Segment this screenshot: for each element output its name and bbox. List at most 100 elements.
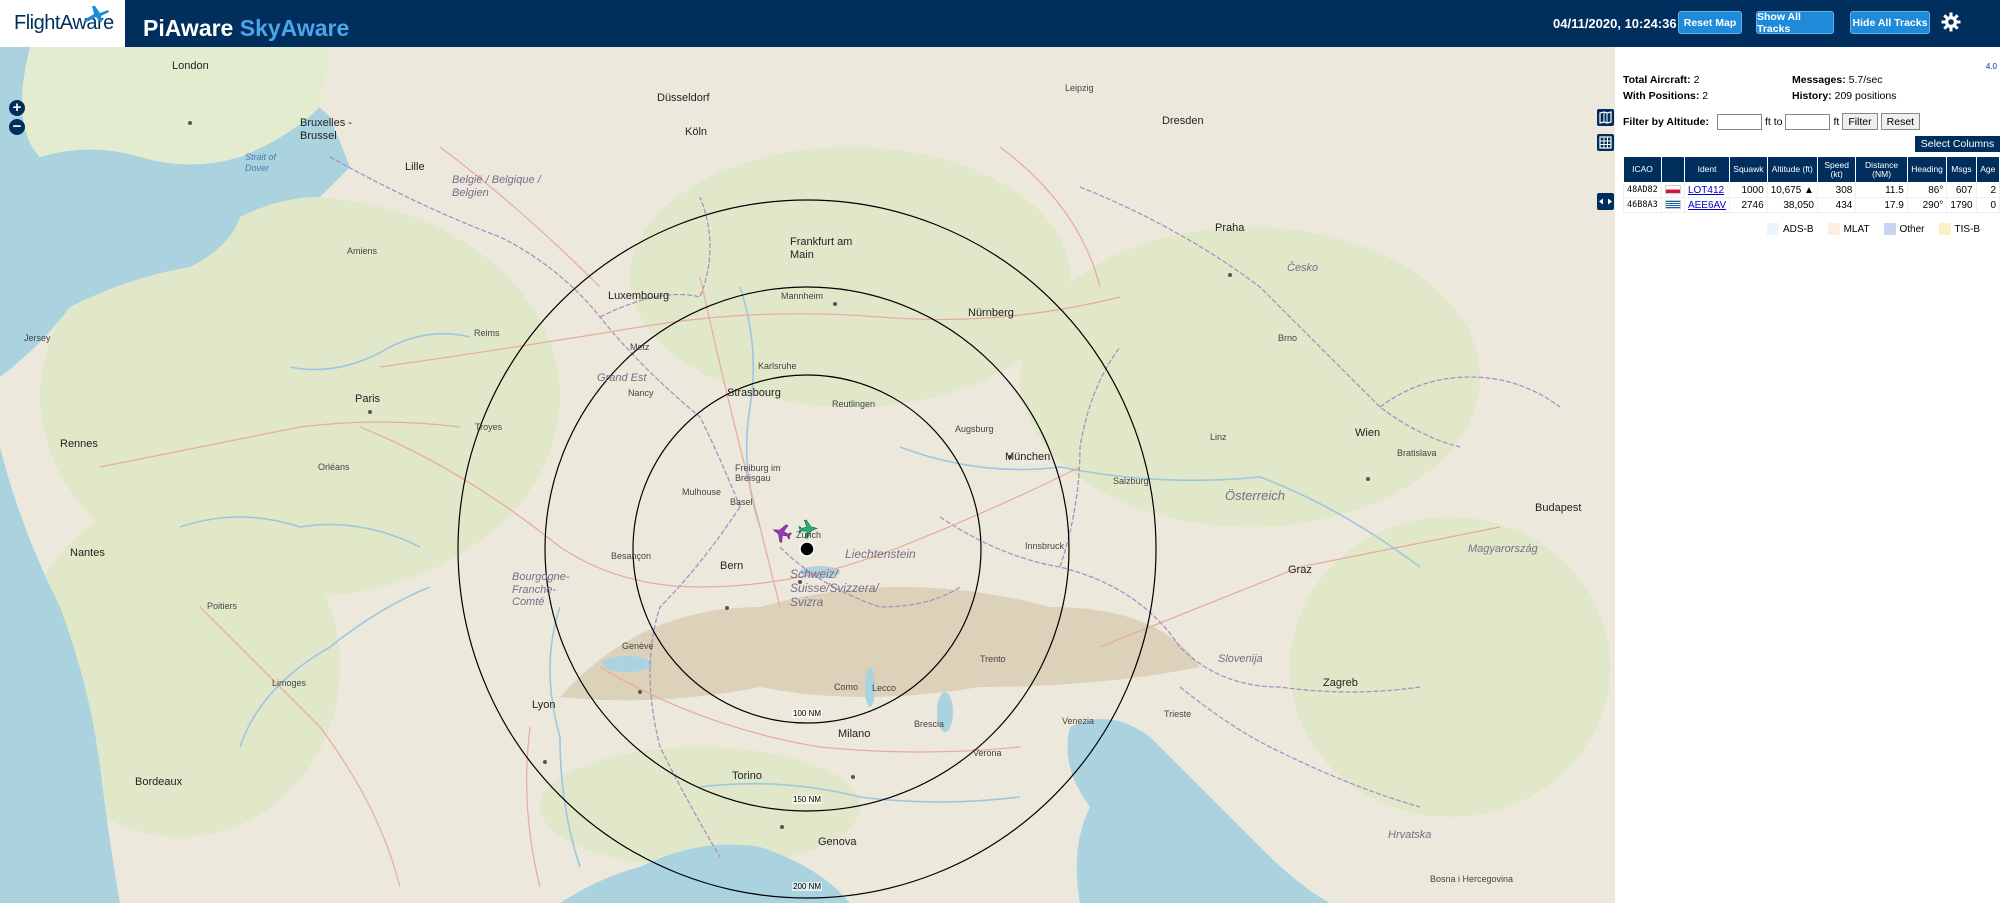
flightaware-logo[interactable]: FlightAware (0, 0, 125, 47)
column-header-icao[interactable]: ICAO (1623, 156, 1662, 183)
with-positions-label: With Positions: (1623, 90, 1700, 102)
cell-squawk: 2746 (1729, 197, 1768, 213)
filter-ft-label: ft (1833, 115, 1840, 128)
reset-filter-button[interactable]: Reset (1880, 113, 1921, 130)
with-positions-value: 2 (1702, 90, 1709, 102)
map-label-london: London (172, 60, 209, 72)
aircraft-type-legend: ADS-B MLAT Other TIS-B (1767, 223, 1994, 235)
zoom-in-button[interactable]: + (9, 100, 25, 116)
map-label-praha: Praha (1215, 222, 1245, 234)
map-label-lecco: Lecco (872, 683, 897, 693)
cell-speed: 308 (1816, 182, 1857, 198)
map-label-reims: Reims (474, 328, 500, 338)
map-label-geneve: Genève (622, 641, 654, 651)
map-label-liechtenstein: Liechtenstein (845, 547, 916, 561)
app-title-piaware: PiAware (143, 15, 234, 41)
show-all-tracks-button[interactable]: Show All Tracks (1756, 11, 1834, 35)
map-label-innsbruck: Innsbruck (1025, 541, 1065, 551)
map-label-brescia: Brescia (914, 719, 945, 729)
map-label-bourgogne: Bourgogne-Franche-Comté (512, 571, 570, 609)
map-label-magyarorszag: Magyarország (1468, 543, 1538, 555)
cell-age: 0 (1975, 197, 2000, 213)
flightaware-plane-icon (84, 6, 109, 22)
map-view[interactable]: London Paris Bruxelles - Brussel Frankfu… (0, 47, 1615, 903)
map-label-nurnberg: Nürnberg (968, 307, 1014, 319)
map-label-hrvatska: Hrvatska (1388, 829, 1432, 841)
collapse-arrows-icon[interactable] (1597, 193, 1614, 210)
map-label-bordeaux: Bordeaux (135, 776, 183, 788)
legend-label: TIS-B (1954, 223, 1981, 235)
map-label-como: Como (834, 682, 859, 692)
cell-distance: 17.9 (1855, 197, 1908, 213)
cell-age: 2 (1975, 182, 2000, 198)
map-label-augsburg: Augsburg (955, 424, 994, 434)
column-header-distance[interactable]: Distance (NM) (1855, 156, 1908, 183)
table-row[interactable]: 48AD82 LOT412 1000 10,675 ▲ 308 11.5 86°… (1623, 182, 2000, 198)
column-header-msgs[interactable]: Msgs (1946, 156, 1977, 183)
map-layers-icon[interactable] (1597, 109, 1614, 126)
column-header-speed[interactable]: Speed (kt) (1816, 156, 1857, 183)
map-label-trento: Trento (980, 654, 1006, 664)
min-altitude-input[interactable] (1716, 113, 1762, 130)
aircraft-table: ICAO Ident Squawk Altitude (ft) Speed (k… (1623, 156, 2000, 213)
map-label-schweiz: Schweiz/ Suisse/Svizzera/ Svizra (790, 567, 879, 609)
map-label-cesko: Česko (1287, 262, 1319, 274)
ident-link[interactable]: LOT412 (1688, 185, 1724, 196)
cell-ident[interactable]: AEE6AV (1683, 197, 1731, 213)
filter-button[interactable]: Filter (1842, 113, 1878, 130)
greece-flag-icon (1664, 200, 1681, 210)
map-label-grand-est: Grand Est (597, 372, 647, 384)
hide-all-tracks-button[interactable]: Hide All Tracks (1850, 11, 1930, 34)
gear-icon[interactable] (1941, 12, 1961, 32)
app-title-skyaware: SkyAware (239, 15, 350, 41)
select-columns-button[interactable]: Select Columns (1915, 136, 2000, 152)
column-header-ident[interactable]: Ident (1683, 156, 1731, 183)
map-label-trieste: Trieste (1164, 709, 1192, 719)
legend-item-tisb: TIS-B (1938, 223, 1981, 235)
column-header-squawk[interactable]: Squawk (1729, 156, 1768, 183)
legend-label: ADS-B (1783, 223, 1814, 235)
max-altitude-input[interactable] (1785, 113, 1831, 130)
column-header-altitude[interactable]: Altitude (ft) (1766, 156, 1818, 183)
filter-label: Filter by Altitude: (1623, 115, 1709, 128)
poland-flag-icon (1664, 185, 1681, 195)
with-positions-stat: With Positions: 2 (1623, 90, 1708, 102)
messages-value: 5.7/sec (1848, 74, 1883, 86)
zoom-out-button[interactable]: − (9, 119, 25, 135)
total-aircraft-value: 2 (1693, 74, 1700, 86)
cell-ident[interactable]: LOT412 (1683, 182, 1731, 198)
legend-item-other: Other (1883, 223, 1925, 235)
messages-stat: Messages: 5.7/sec (1792, 74, 1882, 86)
range-ring-label-200: 200 NM (792, 882, 823, 891)
version-label: 4.0 (1985, 62, 1997, 71)
column-header-age[interactable]: Age (1975, 156, 2000, 183)
map-label-bratislava: Bratislava (1397, 448, 1437, 458)
cell-msgs: 1790 (1946, 197, 1977, 213)
map-label-orleans: Orléans (318, 462, 350, 472)
cell-heading: 290° (1906, 197, 1948, 213)
map-label-wien: Wien (1355, 427, 1381, 439)
map-background (0, 47, 1615, 903)
map-label-munchen: München (1005, 451, 1051, 463)
column-header-flag[interactable] (1660, 156, 1685, 183)
map-label-poitiers: Poitiers (207, 601, 238, 611)
column-header-heading[interactable]: Heading (1906, 156, 1948, 183)
map-label-reutlingen: Reutlingen (832, 399, 876, 409)
map-label-luxembourg: Luxembourg (608, 290, 670, 302)
cell-speed: 434 (1816, 197, 1857, 213)
ident-link[interactable]: AEE6AV (1688, 200, 1726, 211)
map-label-bosna: Bosna i Hercegovina (1430, 874, 1514, 884)
map-label-lyon: Lyon (532, 699, 556, 711)
cell-squawk: 1000 (1729, 182, 1768, 198)
map-label-karlsruhe: Karlsruhe (758, 361, 797, 371)
grid-icon[interactable] (1597, 134, 1614, 151)
table-row[interactable]: 46B8A3 AEE6AV 2746 38,050 434 17.9 290° … (1623, 197, 2000, 213)
cell-distance: 11.5 (1855, 182, 1908, 198)
map-label-zagreb: Zagreb (1323, 677, 1358, 689)
altitude-filter-row: Filter by Altitude: ft to ft Filter Rese… (1623, 113, 1921, 130)
map-label-basel: Basel (730, 497, 753, 507)
history-value: 209 positions (1834, 90, 1897, 102)
sidebar-panel: 4.0 Total Aircraft: 2 With Positions: 2 … (1615, 47, 2000, 903)
map-label-frankfurt: Frankfurt am Main (790, 236, 853, 262)
reset-map-button[interactable]: Reset Map (1678, 11, 1742, 34)
